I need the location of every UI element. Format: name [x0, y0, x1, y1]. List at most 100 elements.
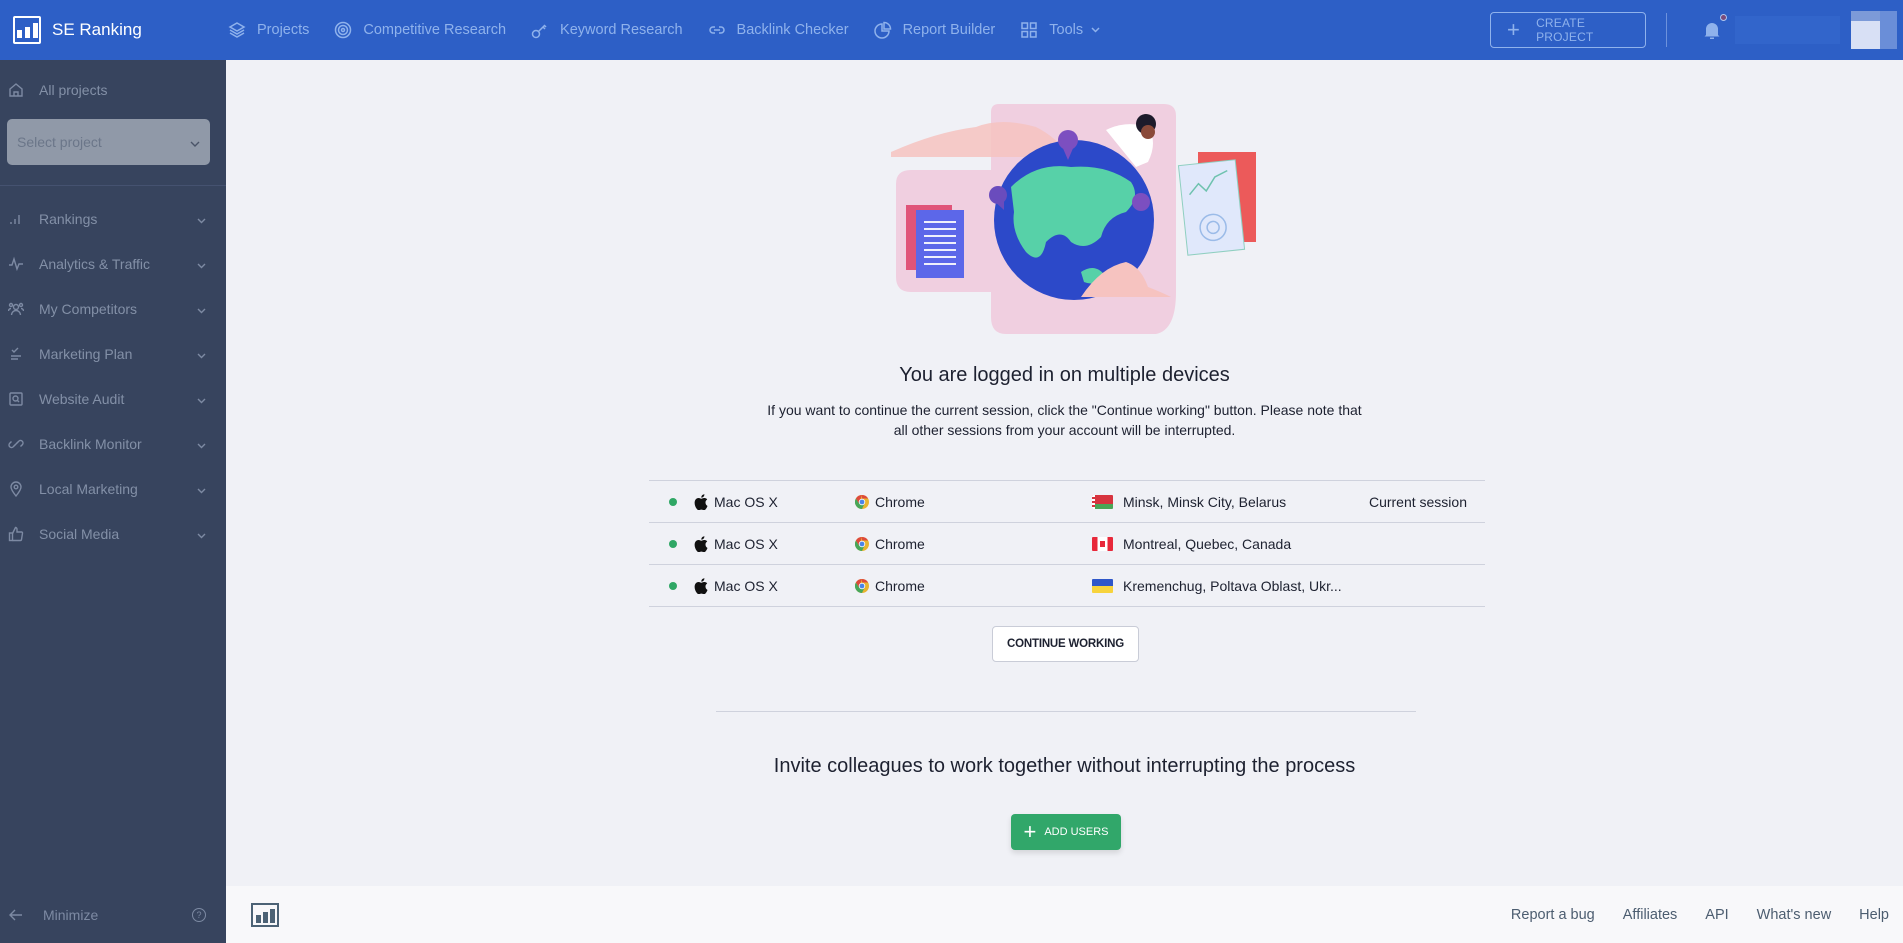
- chevron-down-icon: [197, 481, 206, 497]
- description-line: all other sessions from your account wil…: [893, 422, 1236, 438]
- nav-label: Keyword Research: [560, 22, 683, 38]
- all-projects-label: All projects: [39, 82, 108, 98]
- avatar[interactable]: [1851, 11, 1897, 49]
- footer-link-whats-new[interactable]: What's new: [1757, 907, 1832, 923]
- create-project-button[interactable]: + CREATE PROJECT: [1490, 12, 1646, 48]
- active-status-dot: [669, 497, 677, 506]
- notifications-bell-icon[interactable]: [1703, 14, 1727, 40]
- create-project-label: CREATE PROJECT: [1536, 16, 1594, 44]
- footer-link-affiliates[interactable]: Affiliates: [1623, 907, 1678, 923]
- app-logo[interactable]: SE Ranking: [13, 16, 228, 44]
- nav-keyword-research[interactable]: Keyword Research: [531, 21, 683, 39]
- map-pin-icon: [8, 480, 24, 497]
- sidebar-minimize[interactable]: Minimize ?: [0, 887, 226, 943]
- devices-globe-illustration: [891, 104, 1256, 334]
- sidebar-item-label: Backlink Monitor: [39, 435, 142, 452]
- sidebar-all-projects[interactable]: All projects: [0, 75, 226, 105]
- chevron-down-icon: [197, 391, 206, 407]
- audit-search-icon: [8, 391, 24, 407]
- nav-label: Projects: [257, 22, 310, 38]
- session-location: Kremenchug, Poltava Oblast, Ukr...: [1092, 578, 1367, 594]
- logo-icon: [13, 16, 41, 44]
- os-name: Mac OS X: [714, 493, 778, 510]
- ukraine-flag-icon: [1092, 578, 1113, 593]
- top-header: SE Ranking Projects Competitive Research…: [0, 0, 1903, 60]
- location-text: Minsk, Minsk City, Belarus: [1123, 493, 1287, 510]
- footer-link-report-bug[interactable]: Report a bug: [1511, 907, 1595, 923]
- nav-competitive-research[interactable]: Competitive Research: [334, 21, 506, 39]
- apple-icon: [694, 577, 708, 594]
- target-icon: [334, 21, 352, 39]
- sidebar-item-backlink-monitor[interactable]: Backlink Monitor: [0, 421, 226, 466]
- nav-report-builder[interactable]: Report Builder: [873, 21, 995, 39]
- chevron-down-icon: [197, 436, 206, 452]
- sidebar-item-label: Website Audit: [39, 390, 125, 407]
- nav-tools[interactable]: Tools: [1020, 21, 1100, 39]
- page-title: You are logged in on multiple devices: [899, 364, 1230, 386]
- add-users-button[interactable]: + ADD USERS: [1011, 814, 1121, 850]
- belarus-flag-icon: [1092, 494, 1113, 509]
- invite-title: Invite colleagues to work together witho…: [773, 755, 1356, 777]
- pie-chart-icon: [873, 21, 892, 39]
- nav-backlink-checker[interactable]: Backlink Checker: [708, 21, 849, 39]
- arrow-left-icon: [9, 909, 23, 921]
- sidebar-menu: Rankings Analytics & Traffic My Competit…: [0, 196, 226, 556]
- browser-name: Chrome: [875, 577, 925, 594]
- header-divider: [1666, 13, 1667, 47]
- help-circle-icon[interactable]: ?: [192, 908, 206, 922]
- chevron-down-icon: [197, 256, 206, 272]
- browser-name: Chrome: [875, 493, 925, 510]
- session-row: Mac OS X Chrome Minsk, Minsk City, Belar…: [649, 481, 1485, 523]
- sidebar-item-local-marketing[interactable]: Local Marketing: [0, 466, 226, 511]
- session-browser: Chrome: [855, 536, 1092, 552]
- chevron-down-icon: [197, 211, 206, 227]
- nav-projects[interactable]: Projects: [228, 21, 309, 39]
- current-session-label: Current session: [1368, 493, 1467, 510]
- sidebar-item-social-media[interactable]: Social Media: [0, 511, 226, 556]
- chevron-down-icon: [1091, 27, 1100, 33]
- user-name-blurred[interactable]: [1735, 16, 1840, 44]
- sessions-table: Mac OS X Chrome Minsk, Minsk City, Belar…: [649, 480, 1485, 607]
- location-text: Kremenchug, Poltava Oblast, Ukr...: [1123, 577, 1342, 594]
- link-icon: [8, 436, 24, 452]
- app-name: SE Ranking: [52, 20, 142, 39]
- header-actions: + CREATE PROJECT: [1490, 0, 1903, 60]
- session-browser: Chrome: [855, 494, 1092, 510]
- chevron-down-icon: [197, 301, 206, 317]
- footer: Report a bug Affiliates API What's new H…: [226, 886, 1903, 943]
- sidebar-item-label: Marketing Plan: [39, 345, 133, 362]
- session-browser: Chrome: [855, 578, 1092, 594]
- chrome-icon: [855, 536, 869, 551]
- session-location: Montreal, Quebec, Canada: [1092, 536, 1367, 552]
- page-description: If you want to continue the current sess…: [226, 400, 1903, 440]
- sidebar-item-website-audit[interactable]: Website Audit: [0, 376, 226, 421]
- session-row: Mac OS X Chrome Montreal, Quebec, Canada: [649, 523, 1485, 565]
- sidebar-item-marketing-plan[interactable]: Marketing Plan: [0, 331, 226, 376]
- continue-working-button[interactable]: CONTINUE WORKING: [992, 626, 1139, 662]
- chevron-down-icon: [197, 526, 206, 542]
- home-icon: [8, 82, 24, 98]
- session-row: Mac OS X Chrome Kremenchug, Poltava Obla…: [649, 565, 1485, 607]
- sidebar-item-label: Analytics & Traffic: [39, 255, 151, 272]
- nav-label: Tools: [1049, 22, 1084, 38]
- select-project-dropdown[interactable]: Select project: [7, 119, 210, 165]
- notification-badge: [1720, 14, 1727, 21]
- sidebar-divider: [0, 185, 226, 186]
- footer-link-help[interactable]: Help: [1859, 907, 1889, 923]
- sidebar-item-my-competitors[interactable]: My Competitors: [0, 286, 226, 331]
- nav-label: Backlink Checker: [736, 22, 849, 38]
- browser-name: Chrome: [875, 535, 925, 552]
- nav-label: Competitive Research: [363, 22, 507, 38]
- layers-icon: [228, 21, 246, 39]
- os-name: Mac OS X: [714, 577, 778, 594]
- add-users-label: ADD USERS: [1044, 826, 1109, 838]
- footer-logo-icon[interactable]: [251, 902, 279, 927]
- sidebar: All projects Select project Rankings Ana…: [0, 60, 226, 943]
- footer-link-api[interactable]: API: [1705, 907, 1728, 923]
- checklist-icon: [8, 346, 24, 362]
- chrome-icon: [855, 494, 869, 509]
- sidebar-item-label: My Competitors: [39, 300, 138, 317]
- sidebar-item-analytics-traffic[interactable]: Analytics & Traffic: [0, 241, 226, 286]
- sidebar-item-rankings[interactable]: Rankings: [0, 196, 226, 241]
- session-location: Minsk, Minsk City, Belarus: [1092, 494, 1367, 510]
